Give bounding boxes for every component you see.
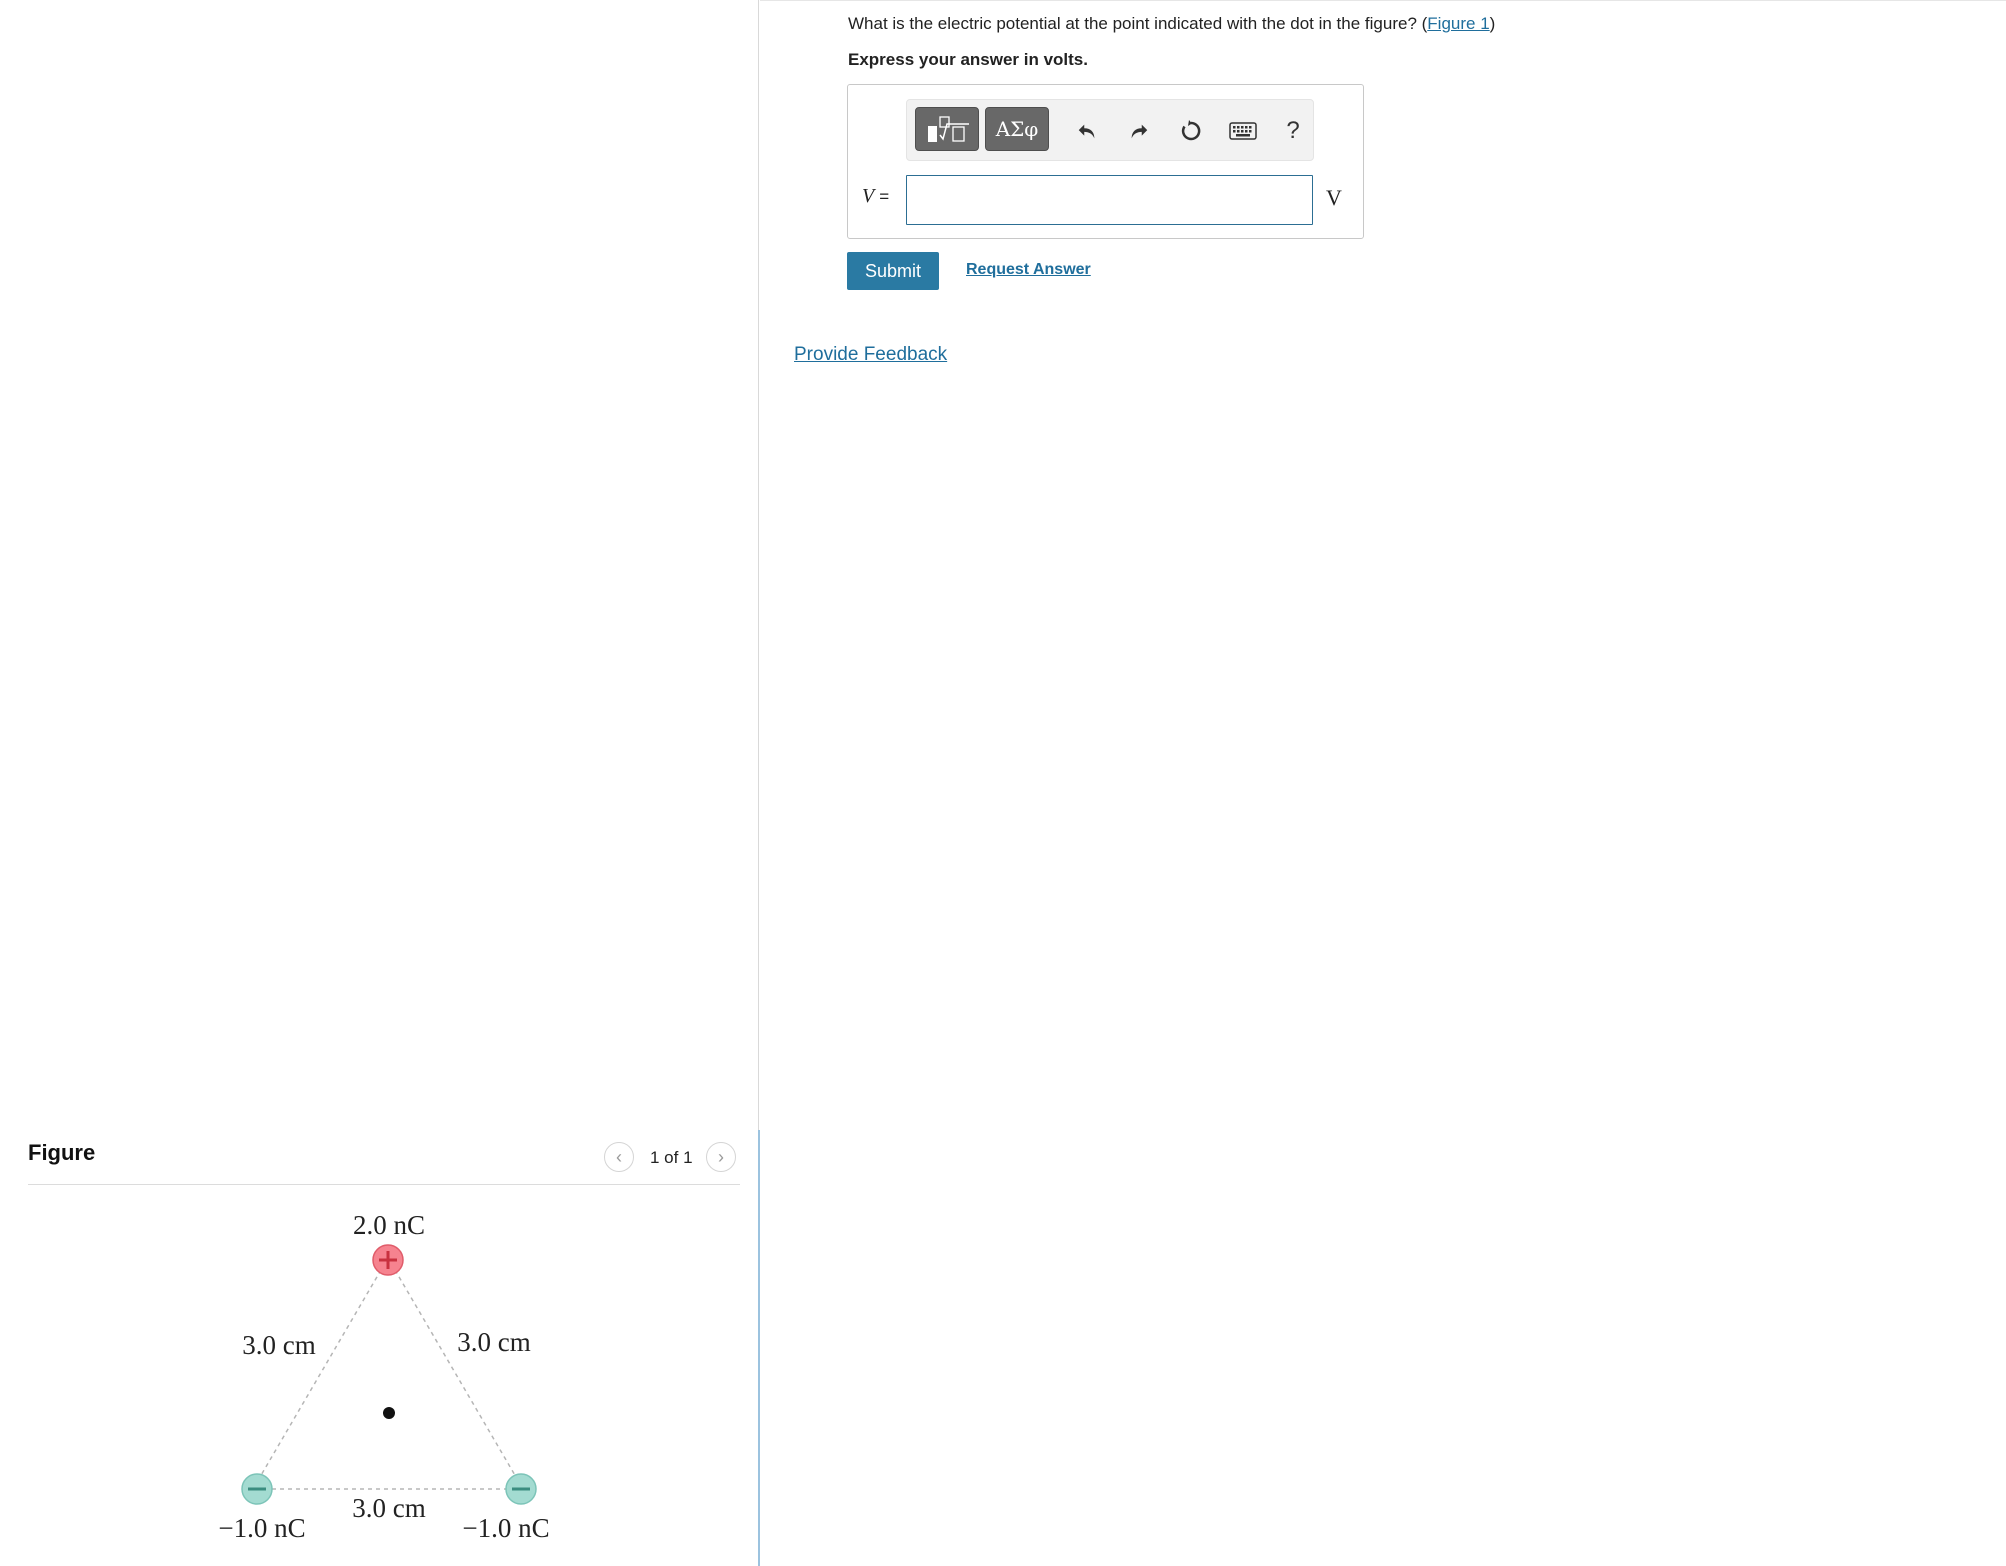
side-label-left: 3.0 cm [242,1330,316,1360]
undo-icon[interactable] [1070,114,1104,148]
answer-box: ΑΣφ ? V = V [847,84,1364,239]
figure-header: Figure ‹ 1 of 1 › [28,1128,740,1184]
side-label-bottom: 3.0 cm [352,1493,426,1523]
chevron-right-icon[interactable]: › [706,1142,736,1172]
charge-label-top: 2.0 nC [353,1210,425,1240]
question-close: ) [1489,14,1496,33]
negative-charge-left [241,1473,273,1505]
figure-panel: Figure ‹ 1 of 1 › 2.0 nC 3.0 cm 3.0 cm 3… [0,0,758,1566]
figure-title: Figure [28,1140,96,1165]
question-text: What is the electric potential at the po… [848,14,1495,34]
reset-icon[interactable] [1174,114,1208,148]
pane-divider-accent [758,1130,760,1566]
triangle-side-left [259,1269,382,1478]
provide-feedback-link[interactable]: Provide Feedback [794,344,947,366]
equals-sign: = [879,187,890,206]
keyboard-icon[interactable] [1226,114,1260,148]
chevron-left-icon[interactable]: ‹ [604,1142,634,1172]
negative-charge-right [505,1473,537,1505]
charge-label-right: −1.0 nC [462,1513,549,1543]
figure-link[interactable]: Figure 1 [1427,14,1489,33]
charge-label-left: −1.0 nC [218,1513,305,1543]
figure-pager: 1 of 1 [650,1148,693,1167]
variable-label: V = [862,185,889,208]
fraction-sqrt-template-icon[interactable] [915,107,979,151]
top-divider [760,0,2006,1]
submit-button[interactable]: Submit [847,252,939,290]
observation-point-dot [383,1407,395,1419]
math-toolbar: ΑΣφ ? [906,99,1314,161]
greek-symbols-button[interactable]: ΑΣφ [985,107,1049,151]
answer-instruction: Express your answer in volts. [848,50,1088,69]
question-body: What is the electric potential at the po… [848,14,1428,33]
request-answer-link[interactable]: Request Answer [966,261,1091,279]
side-label-right: 3.0 cm [457,1327,531,1357]
variable-symbol: V [862,185,875,207]
positive-charge [372,1244,404,1276]
help-icon[interactable]: ? [1276,114,1310,148]
unit-label: V [1326,185,1342,210]
redo-icon[interactable] [1122,114,1156,148]
triangle-side-right [394,1269,517,1478]
figure-divider [28,1184,740,1185]
charge-triangle-figure: 2.0 nC 3.0 cm 3.0 cm 3.0 cm −1.0 nC −1.0… [218,1210,549,1543]
answer-input[interactable] [906,175,1313,225]
